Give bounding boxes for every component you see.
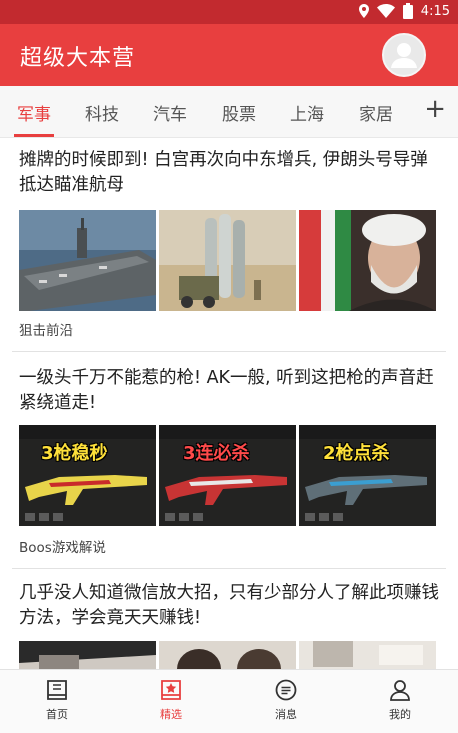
thumbnail-portrait: [299, 210, 436, 311]
app-bar: 超级大本营: [0, 24, 458, 86]
category-tabs: 军事 科技 汽车 股票 上海 家居 +: [0, 86, 458, 138]
article-headline: 几乎没人知道微信放大招，只有少部分人了解此项赚钱方法，学会竟天天赚钱!: [19, 583, 439, 628]
thumbnail-caption: 2枪点杀: [323, 443, 390, 464]
nav-featured[interactable]: 精选: [141, 678, 201, 722]
featured-icon: [161, 680, 181, 700]
article-thumbnails: [19, 210, 436, 311]
thumbnail-gun-1: 3枪稳秒: [19, 425, 156, 526]
tab-auto[interactable]: 汽车: [153, 100, 187, 125]
article-source: Boos游戏解说: [19, 540, 106, 556]
article-source: 狙击前沿: [19, 323, 73, 339]
avatar[interactable]: [382, 33, 426, 77]
battery-icon: [402, 3, 413, 19]
nav-label: 我的: [389, 708, 411, 721]
thumbnail-gun-3: 2枪点杀: [299, 425, 436, 526]
tab-military[interactable]: 军事: [17, 100, 51, 125]
article-headline: 摊牌的时候即到! 白宫再次向中东增兵, 伊朗头号导弹抵达瞄准航母: [19, 150, 428, 195]
nav-profile[interactable]: 我的: [370, 678, 430, 722]
message-icon: [275, 679, 297, 701]
thumbnail-room: [299, 641, 436, 669]
tab-shanghai[interactable]: 上海: [290, 100, 324, 125]
nav-messages[interactable]: 消息: [256, 678, 316, 722]
profile-icon: [390, 680, 410, 701]
home-icon: [47, 680, 67, 700]
app-title: 超级大本营: [20, 46, 136, 71]
status-time: 4:15: [420, 3, 450, 19]
thumbnail-aircraft-carrier: [19, 210, 156, 311]
nav-label: 首页: [46, 708, 68, 721]
tab-tech[interactable]: 科技: [85, 100, 119, 125]
wifi-icon: [376, 4, 395, 18]
thumbnail-car-interior: [19, 641, 156, 669]
article-item[interactable]: 几乎没人知道微信放大招，只有少部分人了解此项赚钱方法，学会竟天天赚钱!: [0, 569, 458, 669]
user-avatar-icon: [391, 43, 417, 68]
nav-label: 消息: [275, 708, 297, 721]
article-item[interactable]: 摊牌的时候即到! 白宫再次向中东增兵, 伊朗头号导弹抵达瞄准航母 狙击前沿: [0, 138, 458, 350]
thumbnail-people: [159, 641, 296, 669]
thumbnail-missile-launcher: [159, 210, 296, 311]
thumbnail-caption: 3连必杀: [183, 443, 250, 464]
article-item[interactable]: 一级头千万不能惹的枪! AK一般, 听到这把枪的声音赶紧绕道走! 3枪稳秒 3连…: [0, 352, 458, 567]
bottom-navigation: 首页 精选 消息 我的: [0, 669, 458, 733]
news-feed: 摊牌的时候即到! 白宫再次向中东增兵, 伊朗头号导弹抵达瞄准航母 狙击前沿 一级…: [0, 138, 458, 669]
tab-stocks[interactable]: 股票: [222, 100, 256, 125]
status-bar: 4:15: [0, 0, 458, 24]
add-tab-button[interactable]: +: [424, 94, 446, 124]
article-thumbnails: [19, 641, 436, 669]
active-tab-indicator: [14, 134, 54, 137]
tab-home-decor[interactable]: 家居: [359, 100, 393, 125]
nav-label: 精选: [160, 708, 182, 721]
article-headline: 一级头千万不能惹的枪! AK一般, 听到这把枪的声音赶紧绕道走!: [19, 368, 434, 413]
thumbnail-gun-2: 3连必杀: [159, 425, 296, 526]
thumbnail-caption: 3枪稳秒: [41, 443, 108, 464]
article-thumbnails: 3枪稳秒 3连必杀 2枪点杀: [19, 425, 436, 526]
nav-home[interactable]: 首页: [27, 678, 87, 722]
location-icon: [358, 4, 369, 18]
